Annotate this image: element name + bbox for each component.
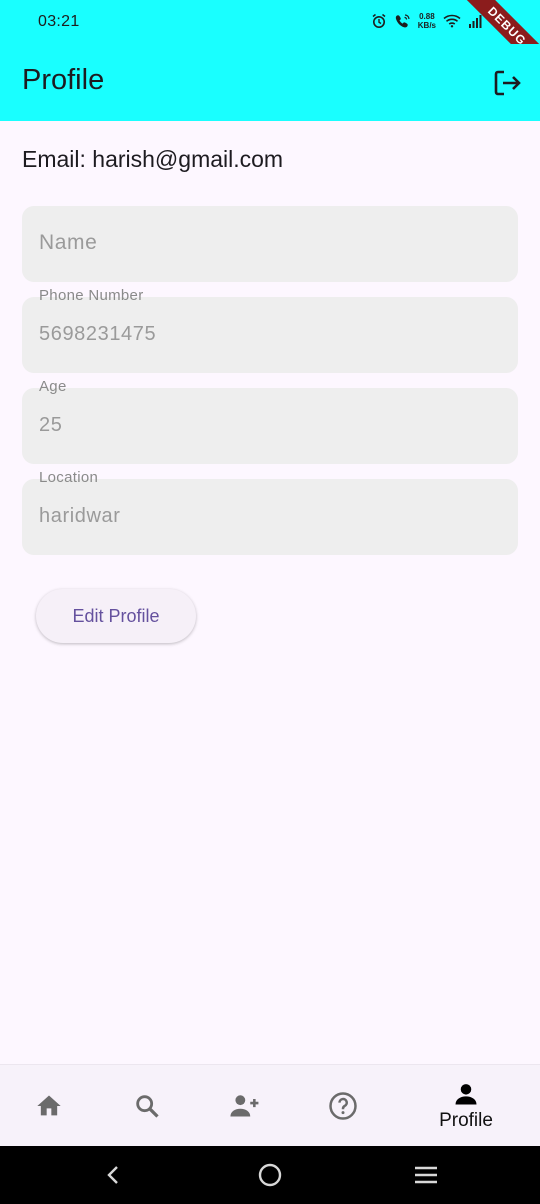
home-icon (37, 1095, 61, 1116)
age-value: 25 (39, 414, 63, 436)
alarm-icon (372, 13, 386, 28)
nav-item-search[interactable] (120, 1065, 174, 1147)
system-recents-button[interactable] (410, 1159, 442, 1191)
phone-number-label: Phone Number (39, 287, 144, 304)
add-person-icon (230, 1095, 259, 1117)
app-bar: Profile (0, 44, 540, 121)
logout-icon (494, 70, 521, 96)
back-icon (107, 1166, 118, 1184)
status-time: 03:21 (38, 13, 80, 30)
bottom-navigation: Profile (0, 1064, 540, 1147)
nav-item-help[interactable] (316, 1065, 370, 1147)
system-navigation-bar (0, 1146, 540, 1204)
nav-item-home[interactable] (22, 1065, 76, 1147)
nav-item-profile[interactable]: Profile (426, 1065, 506, 1147)
location-field[interactable]: Location haridwar (22, 469, 518, 555)
nav-label-profile: Profile (439, 1110, 493, 1131)
home-circle-icon (258, 1163, 282, 1187)
search-icon (136, 1095, 159, 1118)
email-text: Email: harish@gmail.com (22, 146, 284, 172)
nav-item-add-person[interactable] (218, 1065, 272, 1147)
edit-profile-button[interactable]: Edit Profile (36, 589, 196, 643)
system-back-button[interactable] (98, 1159, 130, 1191)
age-label: Age (39, 378, 67, 395)
phone-number-value: 5698231475 (39, 323, 157, 345)
status-icons: 0.88 KB/s (371, 12, 482, 30)
recents-icon (415, 1166, 437, 1184)
status-bar: 03:21 0.88 KB/s DEBUG (0, 0, 540, 80)
age-field[interactable]: Age 25 (22, 378, 518, 464)
person-icon (455, 1084, 477, 1105)
system-home-button[interactable] (254, 1159, 286, 1191)
phone-number-field[interactable]: Phone Number 5698231475 (22, 287, 518, 373)
location-value: haridwar (39, 505, 121, 527)
logout-button[interactable] (490, 66, 524, 100)
net-speed-value: 0.88 (419, 12, 435, 21)
location-label: Location (39, 469, 99, 486)
name-placeholder: Name (39, 231, 98, 254)
signal-icon (469, 15, 482, 28)
page-title: Profile (22, 64, 105, 96)
call-icon (395, 13, 410, 27)
name-field[interactable]: Name (22, 206, 518, 282)
wifi-icon (443, 14, 461, 28)
help-icon (329, 1092, 357, 1120)
net-speed-unit: KB/s (417, 21, 436, 30)
net-speed: 0.88 KB/s (418, 12, 436, 30)
